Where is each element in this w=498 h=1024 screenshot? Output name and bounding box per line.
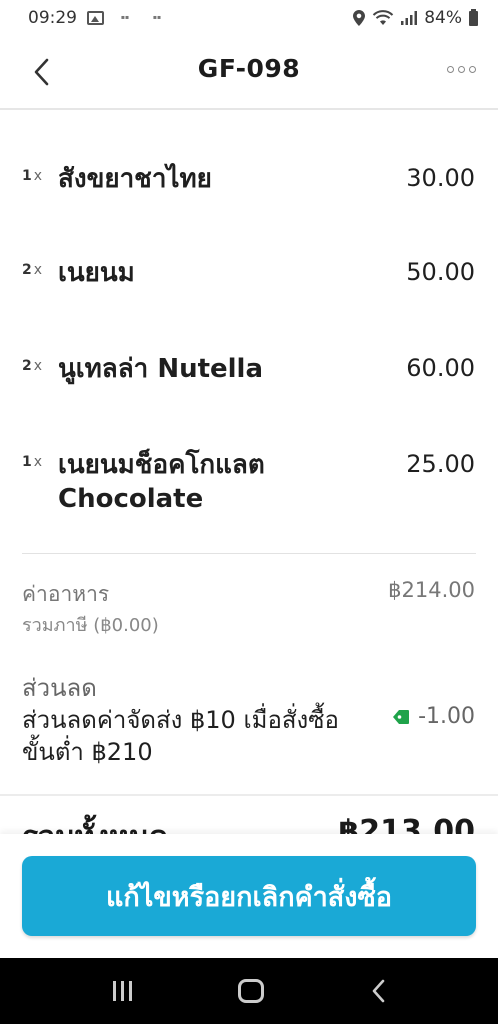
- discount-value-group: -1.00: [392, 704, 475, 729]
- status-bar: 09:29 ▪▪ ▪▪ 84%: [0, 0, 498, 36]
- edit-cancel-order-button[interactable]: แก้ไขหรือยกเลิกคำสั่งซื้อ: [22, 856, 476, 936]
- item-qty: 1x: [22, 168, 43, 184]
- nav-recent-icon[interactable]: [113, 981, 133, 1001]
- more-options-icon[interactable]: [447, 66, 476, 73]
- signal-icon: [401, 11, 418, 25]
- item-name: นูเทลล่า Nutella: [58, 354, 264, 384]
- item-price: 60.00: [406, 354, 475, 382]
- discount-description: ส่วนลดค่าจัดส่ง ฿10 เมื่อสั่งซื้อขั้นต่ำ…: [22, 706, 339, 766]
- item-name: เนยนมช็อคโกแลต Chocolate: [58, 450, 265, 514]
- status-right: 84%: [353, 8, 478, 28]
- item-price: 50.00: [406, 258, 475, 286]
- wifi-icon: [373, 10, 394, 25]
- total-row: รวมทั้งหมด ฿213.00: [0, 796, 498, 834]
- notification-icon: ▪▪: [120, 14, 130, 21]
- item-name: เนยนม: [58, 258, 135, 288]
- system-nav-bar: [0, 958, 498, 1024]
- nav-back-icon[interactable]: [371, 979, 385, 1003]
- page-title: GF-098: [197, 54, 301, 83]
- action-area: แก้ไขหรือยกเลิกคำสั่งซื้อ: [0, 834, 498, 958]
- battery-percent: 84%: [424, 8, 462, 28]
- discount-tag-icon: [393, 709, 410, 724]
- food-cost-value: ฿214.00: [388, 578, 475, 602]
- location-icon: [353, 10, 366, 26]
- item-qty: 2x: [22, 358, 43, 374]
- nav-home-icon[interactable]: [238, 979, 265, 1003]
- battery-icon: [469, 8, 478, 26]
- notification-icon: ▪▪: [152, 14, 162, 21]
- discount-value: -1.00: [418, 704, 475, 729]
- status-time: 09:29: [28, 8, 77, 28]
- item-name: สังขยาชาไทย: [58, 164, 212, 194]
- item-price: 25.00: [406, 450, 475, 478]
- discount-title: ส่วนลด: [22, 674, 97, 702]
- item-qty: 2x: [22, 262, 43, 278]
- header: GF-098: [0, 36, 498, 110]
- total-label: รวมทั้งหมด: [22, 814, 168, 834]
- tax-note: รวมภาษี (฿0.00): [22, 615, 159, 636]
- food-cost-label: ค่าอาหาร: [22, 582, 110, 606]
- image-icon: [87, 11, 104, 25]
- item-price: 30.00: [406, 164, 475, 192]
- status-left: 09:29 ▪▪ ▪▪: [28, 8, 168, 28]
- divider: [22, 553, 476, 554]
- item-qty: 1x: [22, 454, 43, 470]
- total-value: ฿213.00: [338, 814, 475, 834]
